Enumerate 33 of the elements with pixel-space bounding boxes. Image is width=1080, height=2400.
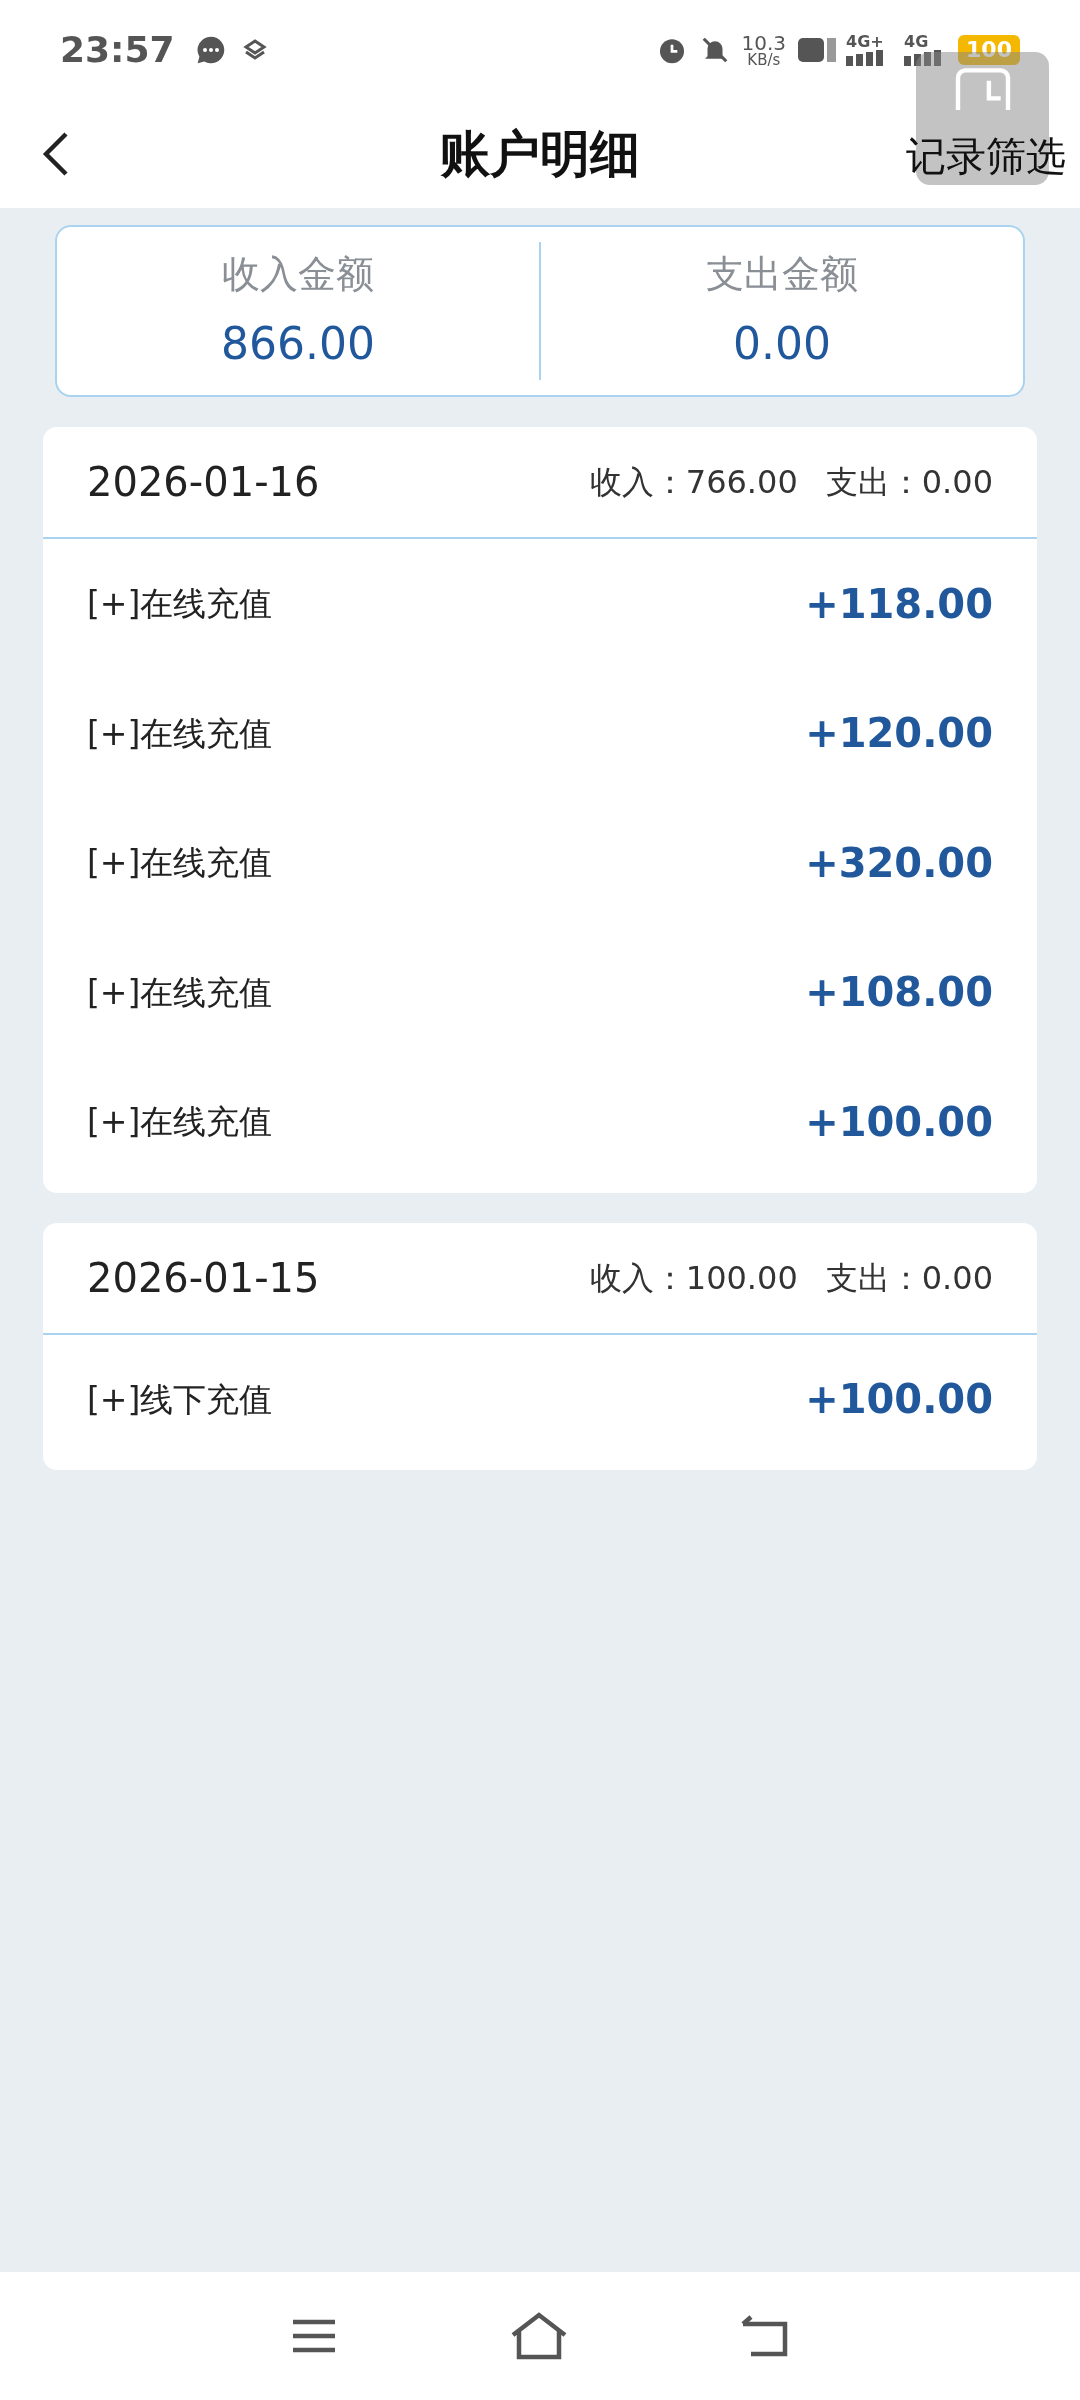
transaction-amount: +108.00 <box>805 968 993 1018</box>
home-icon[interactable] <box>509 2311 569 2361</box>
transaction-label: [+]在线充值 <box>87 971 273 1014</box>
speed-unit: KB/s <box>747 52 781 68</box>
day-expense: 支出：0.00 <box>825 1257 993 1299</box>
transaction-label: [+]在线充值 <box>87 712 273 755</box>
date-text: 2026-01-15 <box>87 1253 320 1303</box>
day-expense: 支出：0.00 <box>825 462 993 503</box>
summary-amount: 866.00 <box>221 316 375 371</box>
summary-label: 收入金额 <box>222 250 374 298</box>
hd-icon <box>798 35 839 65</box>
transaction-amount: +118.00 <box>805 579 993 629</box>
network-type: 4G <box>904 34 929 50</box>
filter-link[interactable]: 记录筛选 <box>906 126 1066 186</box>
summary-label: 支出金额 <box>706 250 858 298</box>
date-text: 2026-01-16 <box>87 458 320 507</box>
summary-amount: 0.00 <box>733 316 831 371</box>
page-title: 账户明细 <box>440 123 640 185</box>
transaction-label: [+]在线充值 <box>87 1101 273 1143</box>
transaction-amount: +100.00 <box>805 1097 993 1147</box>
transaction-amount: +100.00 <box>805 1375 993 1425</box>
day-income: 收入：766.00 <box>589 462 798 503</box>
layers-icon <box>242 38 267 62</box>
transaction-label: [+]线下充值 <box>87 1378 273 1421</box>
status-time: 23:57 <box>60 28 175 72</box>
transaction-amount: +120.00 <box>805 709 993 759</box>
battery-level: 100 <box>958 35 1020 65</box>
network-speed: 10.3 <box>741 32 787 53</box>
transaction-label: [+]在线充值 <box>87 842 273 884</box>
transaction-label: [+]在线充值 <box>87 583 273 625</box>
transaction-amount: +320.00 <box>805 838 993 888</box>
day-income: 收入：100.00 <box>589 1257 798 1299</box>
network-type: 4G+ <box>846 34 884 50</box>
